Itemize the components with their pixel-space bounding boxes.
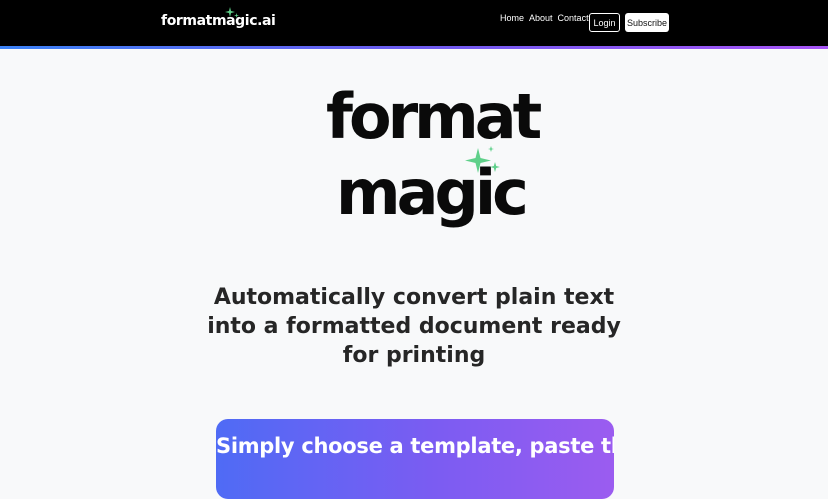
login-button[interactable]: Login: [589, 13, 620, 32]
nav-link-about[interactable]: About: [529, 13, 553, 23]
top-navbar: formatmagic.ai Home About Contact Login …: [0, 0, 828, 46]
cta-text: Simply choose a template, paste the: [216, 434, 614, 458]
navbar-accent-bar: [0, 46, 828, 49]
nav-link-home[interactable]: Home: [500, 13, 524, 23]
cta-card: Simply choose a template, paste the: [216, 419, 614, 499]
nav-link-contact[interactable]: Contact: [558, 13, 589, 23]
subscribe-button[interactable]: Subscribe: [625, 13, 669, 32]
sparkle-icon: [465, 146, 500, 173]
hero-logo: format magic: [324, 84, 542, 234]
sparkle-icon: [225, 7, 239, 18]
brand-logo[interactable]: formatmagic.ai: [161, 7, 276, 29]
logo-word-format: format: [326, 80, 542, 153]
brand-name: formatmagic.ai: [161, 13, 276, 29]
nav-links: Home About Contact: [500, 13, 594, 23]
hero-tagline: Automatically convert plain text into a …: [207, 285, 621, 368]
